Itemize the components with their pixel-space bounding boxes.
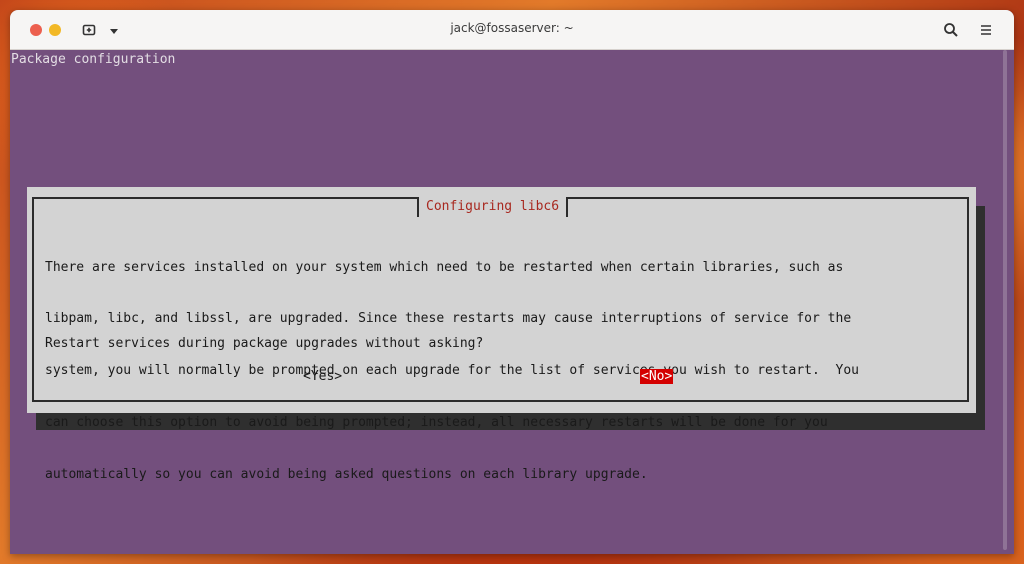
dialog-message-line: automatically so you can avoid being ask… <box>45 467 648 483</box>
yes-button[interactable]: <Yes> <box>303 369 342 384</box>
package-configuration-header: Package configuration <box>11 52 176 67</box>
configuration-dialog: Configuring libc6 There are services ins… <box>27 187 976 482</box>
terminal-scrollbar[interactable] <box>1003 50 1007 550</box>
dialog-question: Restart services during package upgrades… <box>45 336 484 351</box>
window-title: jack@fossaserver: ~ <box>450 21 574 35</box>
dialog-message-line: libpam, libc, and libssl, are upgraded. … <box>45 311 852 327</box>
no-button[interactable]: <No> <box>640 369 674 384</box>
dialog-message-line: system, you will normally be prompted on… <box>45 363 859 379</box>
dialog-title: Configuring libc6 <box>417 197 569 217</box>
terminal-viewport[interactable]: Package configuration Configuring libc6 … <box>10 50 1002 554</box>
titlebar: jack@fossaserver: ~ <box>10 10 1014 50</box>
dialog-message-line: There are services installed on your sys… <box>45 259 844 275</box>
search-icon[interactable] <box>943 22 959 38</box>
terminal-window: jack@fossaserver: ~ Package configuratio… <box>10 10 1014 554</box>
hamburger-menu-icon[interactable] <box>978 22 994 38</box>
dialog-message: There are services installed on your sys… <box>45 224 955 518</box>
dialog-message-line: can choose this option to avoid being pr… <box>45 415 828 431</box>
